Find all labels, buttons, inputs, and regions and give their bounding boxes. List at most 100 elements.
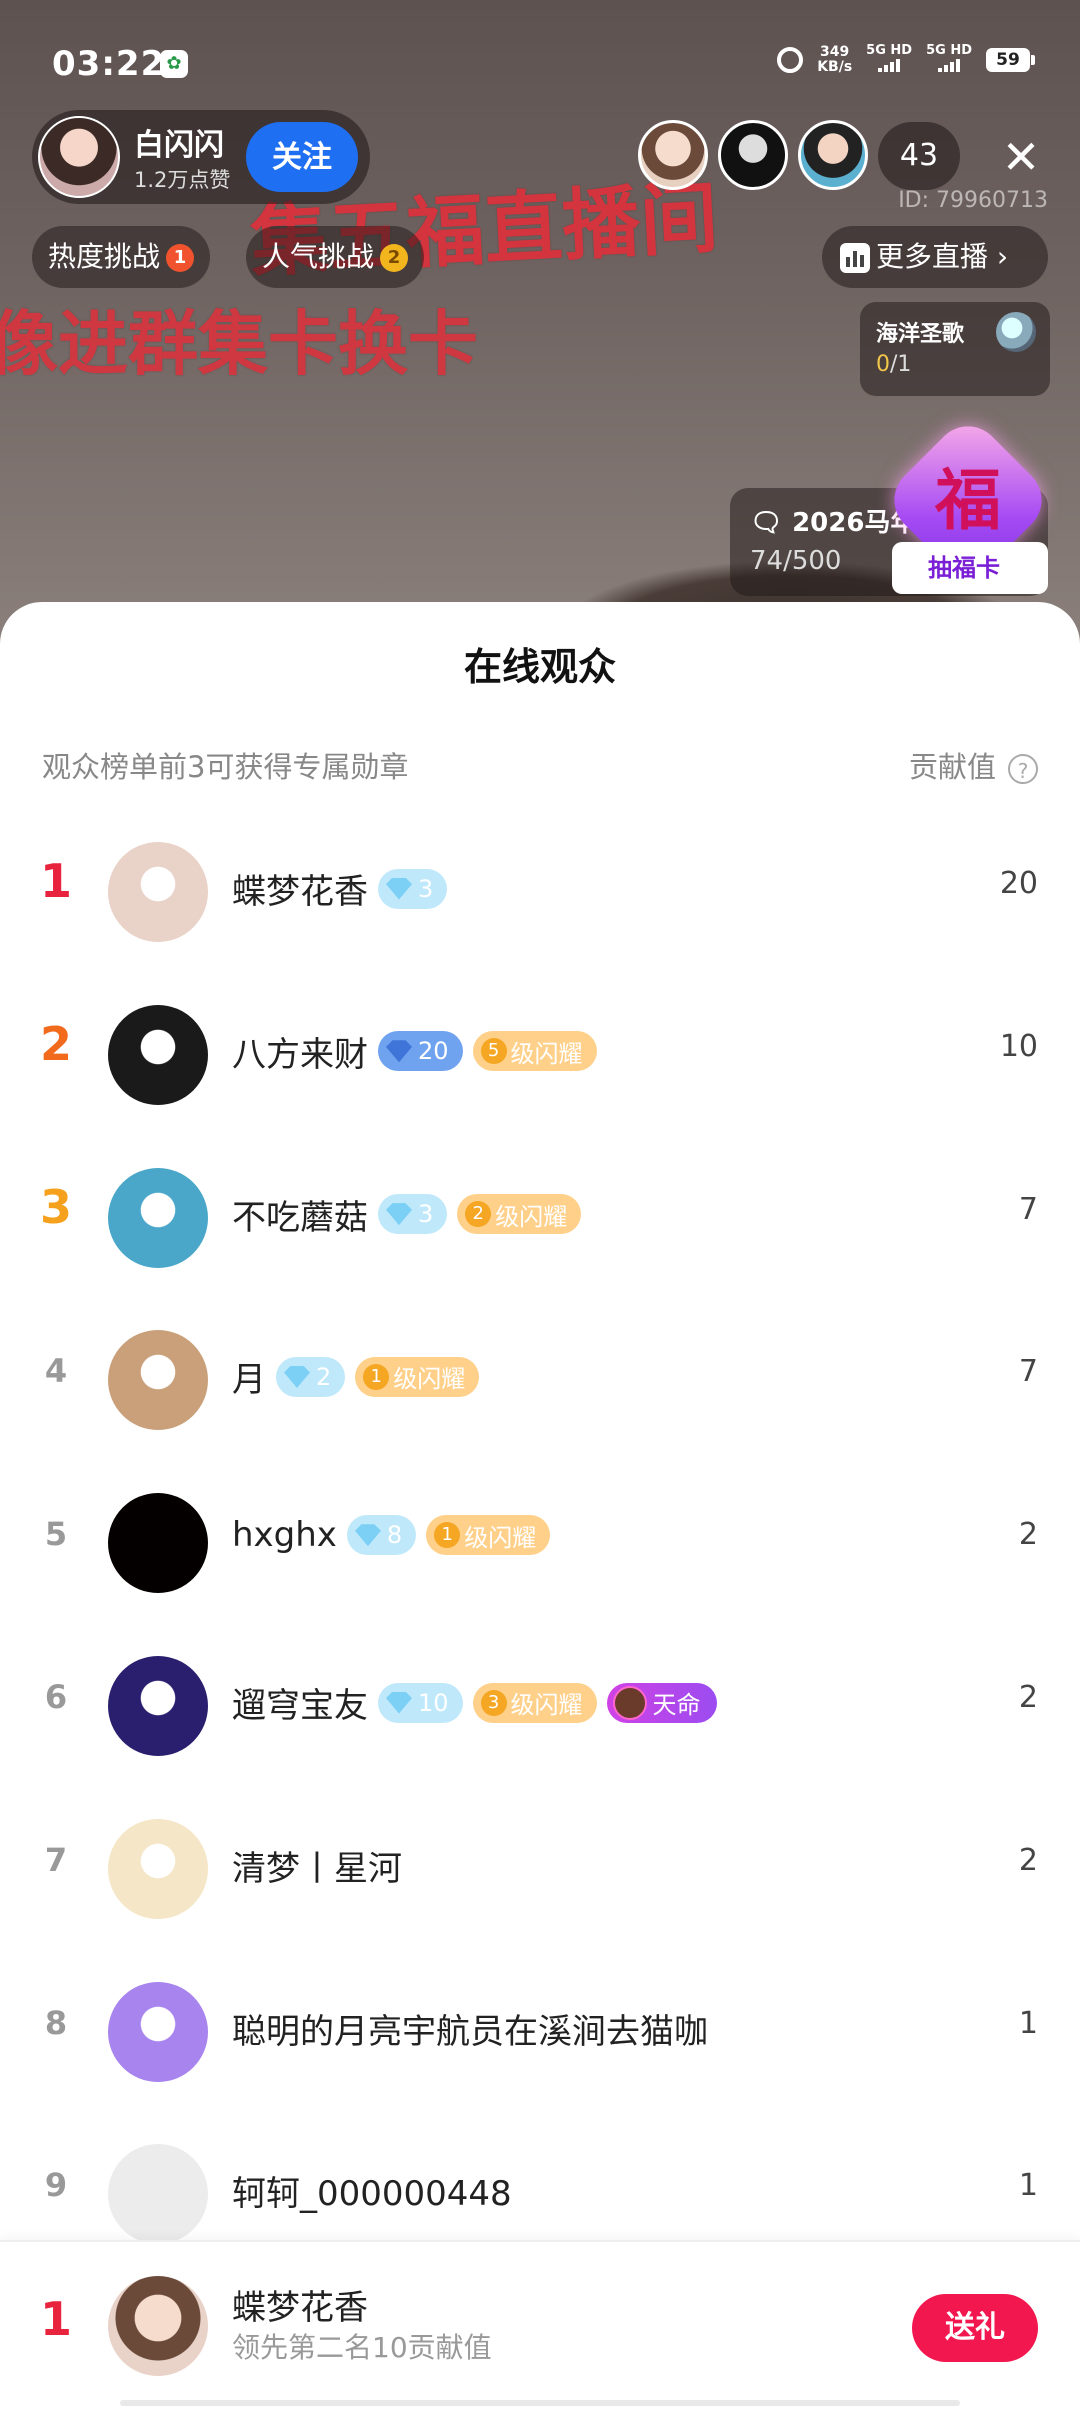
- pinned-name: 蝶梦花香: [232, 2288, 368, 2328]
- heat-challenge-label: 热度挑战: [48, 240, 161, 273]
- user-name: 蝶梦花香: [232, 872, 368, 912]
- gift-goal-title: 海洋圣歌: [876, 322, 965, 347]
- sim1-label: 5G HD: [866, 43, 913, 58]
- fan-level-badge: 3: [378, 1194, 448, 1235]
- popularity-challenge-pill[interactable]: 人气挑战 2: [246, 226, 425, 288]
- chevron-right-icon: ›: [996, 240, 1009, 273]
- viewer-row[interactable]: 2 八方来财 20 5 级闪耀 10: [0, 991, 1080, 1111]
- contribution-value: 2: [1018, 1842, 1038, 1878]
- live-stream-background: 集五福直播间 像进群集卡换卡 03:22 ✿ 349 KB/s 5G HD 5G…: [0, 0, 1080, 640]
- contribution-header-label: 贡献值: [908, 750, 996, 784]
- more-live-button[interactable]: 更多直播 ›: [822, 226, 1048, 288]
- user-avatar[interactable]: [108, 1493, 208, 1594]
- sim2-label: 5G HD: [926, 43, 972, 58]
- user-name-line: 遛穹宝友 10 3 级闪耀 天命: [232, 1678, 717, 1727]
- fan-level-value: 20: [418, 1037, 449, 1066]
- battery-indicator: 59: [986, 48, 1035, 72]
- viewer-row[interactable]: 1 蝶梦花香 3 20: [0, 828, 1080, 948]
- user-name-line: 轲轲_000000448: [232, 2166, 512, 2215]
- contribution-value: 7: [1018, 1191, 1038, 1227]
- heat-challenge-pill[interactable]: 热度挑战 1: [32, 226, 211, 288]
- fu-task-progress: 74/500: [750, 546, 842, 576]
- sim2-signal: 5G HD: [926, 44, 972, 76]
- contribution-value: 20: [999, 866, 1038, 901]
- status-bar: 03:22 ✿ 349 KB/s 5G HD 5G HD 59: [0, 30, 1080, 100]
- viewer-row[interactable]: 6 遛穹宝友 10 3 级闪耀 天命 2: [0, 1642, 1080, 1762]
- shine-level-badge: 1 级闪耀: [355, 1356, 480, 1397]
- shine-level-text: 级闪耀: [510, 1039, 583, 1068]
- shine-level-text: 级闪耀: [510, 1691, 583, 1719]
- gesture-bar: [120, 2400, 960, 2406]
- shine-level-icon: 2: [465, 1201, 492, 1228]
- online-viewer-count[interactable]: 43: [878, 122, 960, 190]
- ranking-tip: 观众榜单前3可获得专属勋章: [42, 750, 409, 784]
- fan-level-badge: 2: [276, 1356, 346, 1397]
- gift-goal-total: /1: [890, 352, 912, 377]
- app-notification-icon: ✿: [160, 50, 188, 78]
- user-name: 八方来财: [232, 1034, 368, 1075]
- send-gift-button[interactable]: 送礼: [912, 2294, 1038, 2362]
- rank-number: 4: [44, 1352, 68, 1391]
- fan-level-value: 8: [386, 1521, 403, 1550]
- user-name: hxghx: [232, 1515, 337, 1556]
- viewer-row[interactable]: 8 聪明的月亮宇航员在溪涧去猫咖 1: [0, 1968, 1080, 2088]
- host-info-capsule[interactable]: 白闪闪 1.2万点赞 关注: [32, 110, 370, 204]
- gift-goal-card[interactable]: 海洋圣歌 0/1: [860, 302, 1050, 396]
- chat-bubble-icon: 🗨: [750, 508, 784, 538]
- top-viewer-avatar[interactable]: [718, 120, 788, 190]
- viewer-row[interactable]: 3 不吃蘑菇 3 2 级闪耀 7: [0, 1154, 1080, 1274]
- fan-level-value: 3: [418, 874, 434, 903]
- shine-level-badge: 3 级闪耀: [472, 1682, 597, 1723]
- signal-bars-icon: [878, 58, 901, 72]
- viewer-row[interactable]: 4 月 2 1 级闪耀 7: [0, 1316, 1080, 1436]
- rank-number: 2: [39, 1016, 72, 1071]
- fan-level-value: 3: [418, 1200, 434, 1229]
- user-avatar[interactable]: [108, 2144, 208, 2245]
- shine-level-badge: 1 级闪耀: [426, 1515, 551, 1556]
- top-viewer-avatar[interactable]: [638, 120, 708, 190]
- fate-badge: 天命: [606, 1682, 717, 1723]
- contribution-header[interactable]: 贡献值?: [909, 744, 1038, 786]
- host-avatar[interactable]: [38, 116, 120, 198]
- fan-level-badge: 8: [346, 1515, 417, 1556]
- follow-button[interactable]: 关注: [246, 122, 358, 192]
- user-avatar[interactable]: [108, 1656, 208, 1756]
- shine-level-text: 级闪耀: [495, 1202, 568, 1231]
- viewer-row[interactable]: 5 hxghx 8 1 级闪耀 2: [0, 1479, 1080, 1599]
- user-avatar[interactable]: [108, 842, 208, 942]
- clock: 03:22: [52, 44, 166, 84]
- user-name: 遛穹宝友: [232, 1686, 368, 1726]
- user-avatar[interactable]: [108, 1981, 208, 2082]
- user-avatar[interactable]: [108, 1330, 208, 1431]
- diamond-icon: [386, 877, 412, 900]
- alarm-icon: [777, 47, 804, 73]
- network-speed: 349 KB/s: [817, 45, 852, 75]
- rank-number: 9: [44, 2166, 68, 2205]
- more-live-label: 更多直播: [876, 240, 989, 273]
- contribution-value: 2: [1018, 1680, 1038, 1715]
- pinned-rank: 1: [39, 2292, 72, 2346]
- shine-level-badge: 2 级闪耀: [457, 1194, 582, 1235]
- viewer-row[interactable]: 9 轲轲_000000448 1: [0, 2130, 1080, 2250]
- user-avatar[interactable]: [108, 1818, 208, 1919]
- user-avatar[interactable]: [108, 1004, 208, 1105]
- signal-bars-icon: [938, 58, 961, 72]
- viewer-row[interactable]: 7 清梦丨星河 2: [0, 1805, 1080, 1925]
- user-name-line: 蝶梦花香 3: [232, 864, 448, 913]
- user-avatar[interactable]: [108, 1167, 208, 1268]
- network-speed-unit: KB/s: [817, 59, 853, 75]
- top-viewer-avatar[interactable]: [798, 120, 868, 190]
- pinned-avatar[interactable]: [108, 2276, 208, 2376]
- help-icon[interactable]: ?: [1008, 754, 1038, 784]
- draw-fu-card-button[interactable]: 抽福卡: [892, 542, 1048, 594]
- pinned-lead-text: 领先第二名10贡献值: [232, 2331, 492, 2364]
- rank-number: 1: [39, 854, 72, 908]
- diamond-icon: [386, 1040, 412, 1063]
- star-icon: 2: [380, 244, 409, 272]
- rank-number: 7: [44, 1840, 68, 1879]
- close-icon[interactable]: ✕: [998, 134, 1044, 180]
- pinned-my-rank-bar: 1 蝶梦花香 领先第二名10贡献值 送礼: [0, 2240, 1080, 2410]
- background-banner-subtitle: 像进群集卡换卡: [0, 302, 478, 385]
- fate-badge-text: 天命: [652, 1691, 701, 1719]
- gift-goal-current: 0: [876, 352, 890, 377]
